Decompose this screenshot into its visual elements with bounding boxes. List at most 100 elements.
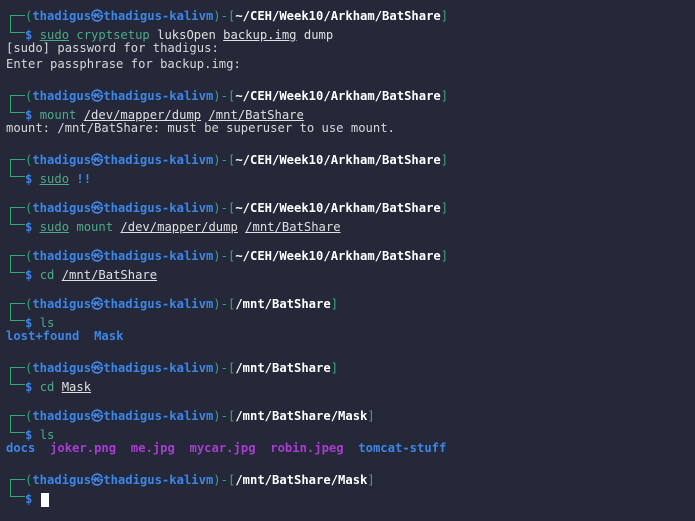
prompt-symbol: $ [25,172,33,186]
prompt-corner-bottom [10,216,25,225]
command-token: dump [296,28,334,42]
prompt-corner-top [10,303,25,312]
output-line: Enter passphrase for backup.img: [6,57,241,71]
bracket-open: )-[ [213,473,236,487]
command-token: !! [76,172,92,186]
bracket-close: ] [440,249,449,263]
bracket-close: ] [440,89,449,103]
prompt-user: thadigus [32,9,92,23]
bracket-open: )-[ [213,89,236,103]
prompt-header: (thadigus㉿thadigus-kalivm)-[~/CEH/Week10… [6,248,695,264]
command-line: $ mount /dev/mapper/dump /mnt/BatShare [6,104,695,122]
output-line: mount: /mnt/BatShare: must be superuser … [6,121,395,135]
prompt-corner-bottom [10,24,25,33]
command-token: mount [69,220,121,234]
prompt-corner-top [10,255,25,264]
command-token [54,268,61,282]
prompt-separator-icon: ㉿ [91,297,104,311]
command-line: $ cd Mask [6,376,695,394]
prompt-separator-icon: ㉿ [91,201,104,215]
prompt-header: (thadigus㉿thadigus-kalivm)-[~/CEH/Week10… [6,152,695,168]
prompt-corner-bottom [10,312,25,321]
bracket-close: ] [440,9,449,23]
ls-output: docs joker.png me.jpg mycar.jpg robin.jp… [6,440,695,456]
bracket-close: ] [440,201,449,215]
directory-entry: Mask [94,329,124,343]
bracket-open: )-[ [213,361,236,375]
prompt-host: thadigus-kalivm [103,249,214,263]
prompt-header: (thadigus㉿thadigus-kalivm)-[~/CEH/Week10… [6,88,695,104]
prompt-separator-icon: ㉿ [91,89,104,103]
prompt-host: thadigus-kalivm [103,361,214,375]
bracket-open: )-[ [213,153,236,167]
bracket-open: )-[ [213,201,236,215]
prompt-separator-icon: ㉿ [91,249,104,263]
bracket-open: )-[ [213,297,236,311]
prompt-corner-top [10,207,25,216]
file-entry: robin.jpeg [270,441,344,455]
file-entry: mycar.jpg [189,441,256,455]
file-entry: joker.png [50,441,117,455]
prompt-header: (thadigus㉿thadigus-kalivm)-[/mnt/BatShar… [6,472,695,488]
prompt-path: ~/CEH/Week10/Arkham/BatShare [235,9,441,23]
prompt-separator-icon: ㉿ [91,361,104,375]
prompt-separator-icon: ㉿ [91,153,104,167]
command-line[interactable]: $ [6,488,695,507]
prompt-user: thadigus [32,473,92,487]
prompt-host: thadigus-kalivm [103,153,214,167]
prompt-corner-top [10,95,25,104]
prompt-corner-bottom [10,488,25,497]
command-token: backup.img [223,28,297,42]
prompt-path: ~/CEH/Week10/Arkham/BatShare [235,89,441,103]
command-token: cd [39,268,55,282]
command-line: $ cd /mnt/BatShare [6,264,695,282]
command-line: $ sudo !! [6,168,695,186]
bracket-open: )-[ [213,409,236,423]
bracket-close: ] [367,473,375,487]
prompt-path: ~/CEH/Week10/Arkham/BatShare [235,249,441,263]
prompt-separator-icon: ㉿ [91,409,104,423]
prompt-user: thadigus [32,89,92,103]
prompt-corner-bottom [10,376,25,385]
prompt-corner-bottom [10,264,25,273]
ls-output: lost+found Mask [6,328,695,344]
prompt-path: /mnt/BatShare [235,297,331,311]
prompt-separator-icon: ㉿ [91,473,104,487]
directory-entry: docs [6,441,36,455]
prompt-host: thadigus-kalivm [103,89,214,103]
prompt-header: (thadigus㉿thadigus-kalivm)-[/mnt/BatShar… [6,408,695,424]
prompt-path: ~/CEH/Week10/Arkham/BatShare [235,153,441,167]
prompt-header: (thadigus㉿thadigus-kalivm)-[/mnt/BatShar… [6,296,695,312]
prompt-corner-top [10,15,25,24]
bracket-close: ] [330,361,339,375]
prompt-host: thadigus-kalivm [103,473,214,487]
prompt-corner-top [10,479,25,488]
prompt-corner-bottom [10,104,25,113]
command-token: /mnt/BatShare [61,268,158,282]
command-line: $ sudo cryptsetup luksOpen backup.img du… [6,24,695,42]
prompt-corner-top [10,367,25,376]
command-token [54,380,61,394]
bracket-open: )-[ [213,249,236,263]
command-line: $ ls [6,312,695,330]
prompt-path: /mnt/BatShare/Mask [235,473,368,487]
terminal[interactable]: (thadigus㉿thadigus-kalivm)-[~/CEH/Week10… [0,0,695,507]
prompt-host: thadigus-kalivm [103,297,214,311]
prompt-user: thadigus [32,297,92,311]
prompt-host: thadigus-kalivm [103,9,214,23]
file-entry: me.jpg [130,441,175,455]
prompt-corner-top [10,415,25,424]
prompt-corner-bottom [10,424,25,433]
prompt-symbol: $ [25,380,33,394]
prompt-symbol: $ [25,220,33,234]
bracket-open: )-[ [213,9,236,23]
bracket-close: ] [330,297,339,311]
cursor[interactable] [40,492,49,507]
